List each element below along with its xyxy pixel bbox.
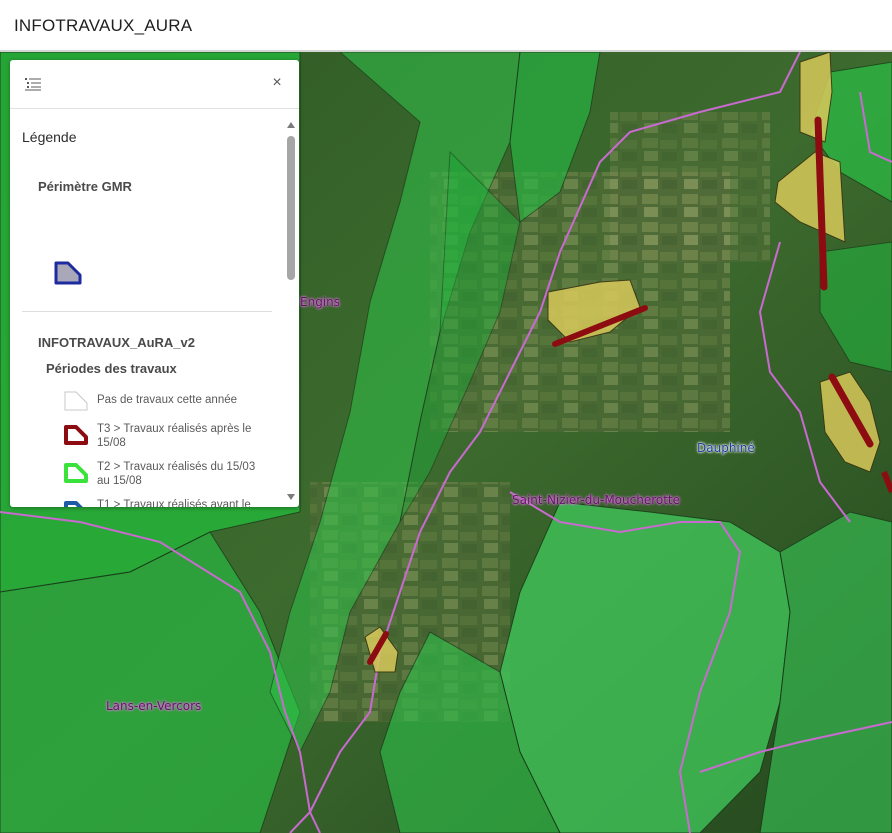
legend-item: T2 > Travaux réalisés du 15/03 au 15/08: [62, 461, 282, 491]
scrollbar-thumb[interactable]: [287, 136, 295, 280]
layer-name-perimetre: Périmètre GMR: [38, 179, 132, 194]
legend-swatch: [64, 425, 88, 445]
legend-panel: × Légende Périmètre GMR INFOTRAVAUX_AuRA…: [10, 60, 299, 507]
legend-panel-body[interactable]: Légende Périmètre GMR INFOTRAVAUX_AuRA_v…: [10, 109, 299, 507]
scroll-down-icon[interactable]: [287, 494, 295, 500]
sublayer-periodes: Périodes des travaux: [46, 361, 177, 376]
legend-panel-header: ×: [10, 60, 299, 109]
legend-item: T1 > Travaux réalisés avant le 15/03: [62, 499, 282, 507]
place-label: Engins: [300, 295, 340, 309]
legend-item: Pas de travaux cette année: [62, 389, 282, 419]
app-title: INFOTRAVAUX_AURA: [14, 16, 193, 35]
legend-swatch: [64, 463, 88, 483]
scroll-up-icon[interactable]: [287, 122, 295, 128]
legend-item: T3 > Travaux réalisés après le 15/08: [62, 423, 282, 453]
legend-swatch: [64, 501, 83, 507]
legend-item-label: T1 > Travaux réalisés avant le 15/03: [97, 499, 251, 507]
legend-item-label: T3 > Travaux réalisés après le 15/08: [97, 423, 252, 449]
app-header: INFOTRAVAUX_AURA: [0, 0, 892, 52]
place-label: Saint-Nizier-du-Moucherotte: [512, 493, 681, 507]
legend-item-label: T2 > Travaux réalisés du 15/03 au 15/08: [97, 461, 256, 487]
place-label: Dauphiné: [697, 441, 755, 455]
place-label: Lans-en-Vercors: [106, 699, 202, 713]
legend-title: Légende: [22, 129, 77, 145]
legend-swatch: [64, 391, 88, 411]
legend-scrollbar[interactable]: [285, 122, 297, 500]
legend-item-label: Pas de travaux cette année: [97, 394, 238, 406]
perimetre-symbol: [54, 261, 82, 285]
close-icon[interactable]: ×: [267, 73, 287, 93]
legend-divider: [22, 311, 272, 312]
legend-list-icon[interactable]: [25, 77, 41, 91]
layer-name-infotravaux: INFOTRAVAUX_AuRA_v2: [38, 335, 195, 350]
